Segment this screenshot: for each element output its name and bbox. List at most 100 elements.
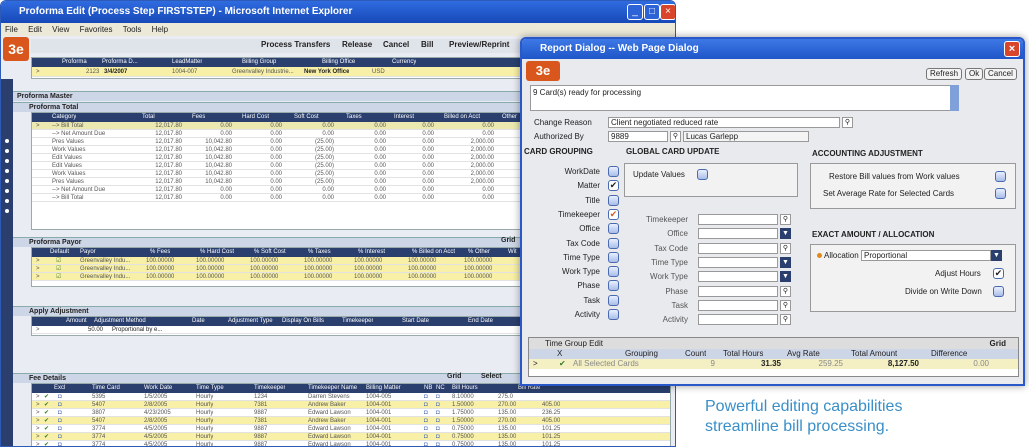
checkbox-timekeeper[interactable]: ✔ [608, 208, 619, 220]
table-row[interactable]: > ✔ ◘ 5395 1/5/2005 Hourly 1234 Darren Stevens 1… [32, 393, 670, 401]
checkbox-icon[interactable]: ☑ [56, 273, 61, 281]
payor-grid-button[interactable]: Grid [501, 237, 515, 244]
table-row[interactable]: > ✔ ◘ 5407 2/8/2005 Hourly 7381 Andrew Baker 100… [32, 401, 670, 409]
menu-edit[interactable]: Edit [28, 25, 42, 34]
nc-checkbox-icon[interactable]: ◘ [436, 441, 440, 446]
nb-checkbox-icon[interactable]: ◘ [424, 441, 428, 446]
check-icon[interactable]: ✔ [44, 417, 49, 425]
search-icon[interactable]: ⚲ [780, 214, 791, 225]
checkbox-icon[interactable]: ☑ [56, 265, 61, 273]
message-scrollbar[interactable] [950, 85, 959, 111]
field-input-office[interactable] [698, 228, 778, 240]
checkbox-activity[interactable] [608, 309, 619, 320]
nav-dot-icon[interactable] [5, 179, 9, 183]
chevron-down-icon[interactable]: ▼ [780, 256, 791, 268]
nb-checkbox-icon[interactable]: ◘ [424, 433, 428, 441]
field-input-timekeeper[interactable] [698, 214, 778, 225]
search-icon[interactable]: ⚲ [842, 117, 853, 128]
check-icon[interactable]: ✔ [44, 401, 49, 409]
checkbox-task[interactable] [608, 294, 619, 306]
table-row[interactable]: > ✔ ◘ 3774 4/5/2005 Hourly 9887 Edward Lawson 10… [32, 433, 670, 441]
checkbox-icon[interactable]: ◘ [58, 393, 62, 401]
process-transfers-button[interactable]: Process Transfers [261, 40, 330, 49]
nav-dot-icon[interactable] [5, 139, 9, 143]
ok-button[interactable]: Ok [965, 68, 984, 80]
dialog-close-icon[interactable]: × [1004, 41, 1020, 57]
table-row[interactable]: > ✔ ◘ 5407 2/8/2005 Hourly 7381 Andrew Baker 100… [32, 417, 670, 425]
menu-view[interactable]: View [52, 25, 69, 34]
minimize-icon[interactable]: _ [627, 4, 643, 20]
nb-checkbox-icon[interactable]: ◘ [424, 393, 428, 401]
fee-grid-button[interactable]: Grid [447, 373, 461, 380]
search-icon[interactable]: ⚲ [670, 131, 681, 142]
checkbox-time-type[interactable] [608, 251, 619, 263]
search-icon[interactable]: ⚲ [780, 242, 791, 254]
close-icon[interactable]: × [660, 4, 675, 20]
checkbox-title[interactable] [608, 194, 619, 206]
field-input-time-type[interactable] [698, 256, 778, 268]
nav-dot-icon[interactable] [5, 189, 9, 193]
check-icon[interactable]: ✔ [44, 433, 49, 441]
checkbox-icon[interactable]: ◘ [58, 409, 62, 417]
nav-dot-icon[interactable] [5, 159, 9, 163]
nc-checkbox-icon[interactable]: ◘ [436, 401, 440, 409]
nc-checkbox-icon[interactable]: ◘ [436, 393, 440, 401]
check-icon[interactable]: ✔ [559, 359, 566, 369]
allocation-select[interactable]: Proportional [861, 250, 991, 261]
table-row[interactable]: > ✔ ◘ 3807 4/23/2005 Hourly 9887 Edward Lawson 1… [32, 409, 670, 417]
checkbox-icon[interactable]: ◘ [58, 441, 62, 446]
nb-checkbox-icon[interactable]: ◘ [424, 409, 428, 417]
table-row[interactable]: > ✔ ◘ 3774 4/5/2005 Hourly 9887 Edward Lawson 10… [32, 441, 670, 446]
check-icon[interactable]: ✔ [44, 409, 49, 417]
nb-checkbox-icon[interactable]: ◘ [424, 401, 428, 409]
checkbox-workdate[interactable] [608, 166, 619, 177]
refresh-button[interactable]: Refresh [926, 68, 963, 80]
checkbox-work-type[interactable] [608, 266, 619, 278]
update-values-checkbox[interactable] [697, 169, 708, 180]
nav-dot-icon[interactable] [5, 149, 9, 153]
field-input-activity[interactable] [698, 314, 778, 326]
table-row[interactable]: > 2123 3/4/2007 1004-007 Greenvalley Ind… [32, 67, 550, 77]
nav-dot-icon[interactable] [5, 209, 9, 213]
bill-button[interactable]: Bill [421, 40, 433, 49]
table-row[interactable]: > ✔ ◘ 3774 4/5/2005 Hourly 9887 Edward Lawson 10… [32, 425, 670, 433]
checkbox-tax-code[interactable] [608, 237, 619, 249]
search-icon[interactable]: ⚲ [780, 314, 791, 326]
change-reason-input[interactable]: Client negotiated reduced rate [608, 117, 840, 128]
nav-dot-icon[interactable] [5, 169, 9, 173]
nc-checkbox-icon[interactable]: ◘ [436, 425, 440, 433]
checkbox-icon[interactable]: ◘ [58, 417, 62, 425]
checkbox-icon[interactable]: ☑ [56, 257, 61, 265]
preview-reprint-button[interactable]: Preview/Reprint [449, 40, 509, 49]
cancel-dialog-button[interactable]: Cancel [984, 68, 1017, 80]
restore-checkbox[interactable] [995, 171, 1006, 182]
nc-checkbox-icon[interactable]: ◘ [436, 433, 440, 441]
check-icon[interactable]: ✔ [44, 441, 49, 446]
chevron-down-icon[interactable]: ▼ [780, 228, 791, 240]
search-icon[interactable]: ⚲ [780, 285, 791, 297]
menu-tools[interactable]: Tools [123, 25, 142, 34]
check-icon[interactable]: ✔ [44, 425, 49, 433]
set-average-checkbox[interactable] [995, 188, 1006, 199]
checkbox-icon[interactable]: ◘ [58, 425, 62, 433]
table-row[interactable]: > ✔ All Selected Cards 9 31.35 259.25 8,… [529, 359, 1018, 369]
chevron-down-icon[interactable]: ▼ [780, 271, 791, 283]
menu-help[interactable]: Help [152, 25, 168, 34]
field-input-phase[interactable] [698, 285, 778, 297]
divide-checkbox[interactable] [993, 286, 1004, 297]
nav-dot-icon[interactable] [5, 199, 9, 203]
nc-checkbox-icon[interactable]: ◘ [436, 409, 440, 417]
nc-checkbox-icon[interactable]: ◘ [436, 417, 440, 425]
tge-grid-button[interactable]: Grid [990, 338, 1006, 349]
chevron-down-icon[interactable]: ▼ [991, 250, 1002, 261]
checkbox-office[interactable] [608, 223, 619, 235]
menu-favorites[interactable]: Favorites [80, 25, 113, 34]
checkbox-icon[interactable]: ◘ [58, 401, 62, 409]
adjust-hours-checkbox[interactable]: ✔ [993, 268, 1004, 279]
menu-file[interactable]: File [5, 25, 18, 34]
fee-select-button[interactable]: Select [481, 373, 502, 380]
cancel-button[interactable]: Cancel [383, 40, 409, 49]
check-icon[interactable]: ✔ [44, 393, 49, 401]
authorized-by-id-input[interactable]: 9889 [608, 131, 668, 142]
field-input-work-type[interactable] [698, 271, 778, 283]
